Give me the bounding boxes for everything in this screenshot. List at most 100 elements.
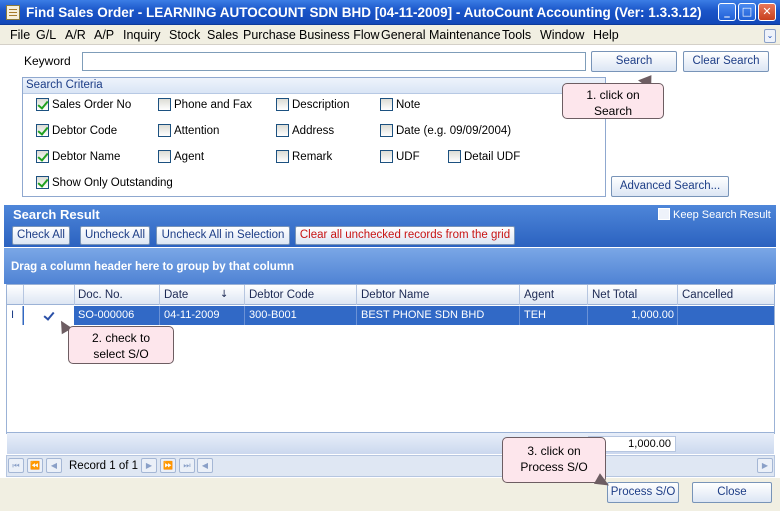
callout-3-line-2: Process S/O — [520, 460, 588, 474]
row-indicator: I — [11, 309, 15, 321]
keyword-label: Keyword — [24, 54, 71, 68]
detail-udf-checkbox[interactable] — [448, 150, 461, 163]
uncheck-all-in-selection-button[interactable]: Uncheck All in Selection — [156, 226, 290, 245]
menu-purchase[interactable]: Purchase — [243, 28, 296, 42]
menu-stock[interactable]: Stock — [169, 28, 200, 42]
cell-net-total: 1,000.00 — [631, 309, 674, 321]
phone-fax-checkbox[interactable] — [158, 98, 171, 111]
window-title: Find Sales Order - LEARNING AUTOCOUNT SD… — [26, 5, 702, 20]
app-icon[interactable] — [6, 5, 20, 20]
menu-inquiry[interactable]: Inquiry — [123, 28, 161, 42]
prev-page-icon[interactable]: ⏪ — [27, 458, 43, 473]
column-separator — [677, 285, 678, 305]
maximize-icon[interactable]: □ — [738, 3, 756, 21]
advanced-search-button[interactable]: Advanced Search... — [611, 176, 729, 197]
minimize-icon[interactable]: _ — [718, 3, 736, 21]
search-button[interactable]: Search — [591, 51, 677, 72]
show-only-outstanding-checkbox[interactable] — [36, 176, 49, 189]
cell-debtor-code: 300-B001 — [249, 309, 297, 321]
udf-label: UDF — [396, 151, 420, 163]
row-separator — [159, 306, 160, 325]
callout-1-line-1: 1. click on — [586, 88, 640, 102]
menu-general-maintenance[interactable]: General Maintenance — [381, 28, 501, 42]
address-checkbox[interactable] — [276, 124, 289, 137]
group-by-hint: Drag a column header here to group by th… — [11, 261, 295, 273]
date-checkbox[interactable] — [380, 124, 393, 137]
column-separator — [23, 285, 24, 305]
attention-checkbox[interactable] — [158, 124, 171, 137]
column-cancelled[interactable]: Cancelled — [682, 289, 733, 301]
callout-2-line-2: select S/O — [93, 347, 149, 361]
criteria-title: Search Criteria — [26, 79, 103, 91]
column-agent[interactable]: Agent — [524, 289, 554, 301]
column-doc-no[interactable]: Doc. No. — [78, 289, 123, 301]
row-separator — [587, 306, 588, 325]
remark-label: Remark — [292, 151, 333, 163]
date-label: Date (e.g. 09/09/2004) — [396, 125, 512, 137]
cell-debtor-name: BEST PHONE SDN BHD — [361, 309, 485, 321]
row-select-checkbox[interactable] — [42, 309, 55, 322]
description-checkbox[interactable] — [276, 98, 289, 111]
menu-ar[interactable]: A/R — [65, 28, 86, 42]
search-result-title: Search Result — [13, 207, 100, 222]
clear-search-button[interactable]: Clear Search — [683, 51, 769, 72]
uncheck-all-button[interactable]: Uncheck All — [80, 226, 150, 245]
column-separator — [74, 285, 75, 305]
column-net-total[interactable]: Net Total — [592, 289, 637, 301]
show-only-outstanding-label: Show Only Outstanding — [52, 177, 173, 189]
address-label: Address — [292, 125, 335, 137]
cell-doc-no: SO-000006 — [78, 309, 135, 321]
chevron-down-icon[interactable]: ⌄ — [764, 29, 776, 43]
check-all-button[interactable]: Check All — [12, 226, 70, 245]
column-separator — [356, 285, 357, 305]
row-separator — [519, 306, 520, 325]
menu-file[interactable]: File — [10, 28, 30, 42]
scroll-right-icon[interactable]: ▶ — [757, 458, 773, 473]
last-record-icon[interactable]: ⏭ — [179, 458, 195, 473]
debtor-name-label: Debtor Name — [52, 151, 121, 163]
agent-label: Agent — [174, 151, 205, 163]
first-record-icon[interactable]: ⏮ — [8, 458, 24, 473]
close-button[interactable]: Close — [692, 482, 772, 503]
sales-order-no-checkbox[interactable] — [36, 98, 49, 111]
next-record-icon[interactable]: ▶ — [141, 458, 157, 473]
menu-gl[interactable]: G/L — [36, 28, 56, 42]
debtor-code-checkbox[interactable] — [36, 124, 49, 137]
description-label: Description — [292, 99, 350, 111]
note-checkbox[interactable] — [380, 98, 393, 111]
callout-1-line-2: Search — [593, 104, 633, 118]
column-debtor-code[interactable]: Debtor Code — [249, 289, 314, 301]
column-separator — [244, 285, 245, 305]
note-label: Note — [396, 99, 421, 111]
criteria-header — [23, 78, 605, 94]
menu-tools[interactable]: Tools — [502, 28, 531, 42]
attention-label: Attention — [174, 125, 220, 137]
prev-record-icon[interactable]: ◀ — [46, 458, 62, 473]
column-debtor-name[interactable]: Debtor Name — [361, 289, 429, 301]
menu-sales[interactable]: Sales — [207, 28, 238, 42]
udf-checkbox[interactable] — [380, 150, 393, 163]
scroll-left-icon[interactable]: ◀ — [197, 458, 213, 473]
menu-ap[interactable]: A/P — [94, 28, 114, 42]
close-icon[interactable]: ✕ — [758, 3, 776, 21]
remark-checkbox[interactable] — [276, 150, 289, 163]
record-counter: Record 1 of 1 — [69, 460, 139, 472]
keep-search-result-checkbox[interactable] — [658, 208, 670, 220]
cell-date: 04-11-2009 — [164, 309, 220, 321]
process-so-button[interactable]: Process S/O — [607, 482, 679, 503]
menu-help[interactable]: Help — [593, 28, 619, 42]
debtor-name-checkbox[interactable] — [36, 150, 49, 163]
callout-3-line-1: 3. click on — [527, 444, 581, 458]
callout-step-1: 1. click on Search — [562, 83, 664, 119]
next-page-icon[interactable]: ⏩ — [160, 458, 176, 473]
row-separator — [356, 306, 357, 325]
column-date[interactable]: Date — [164, 289, 188, 301]
menu-business-flow[interactable]: Business Flow — [299, 28, 380, 42]
debtor-code-label: Debtor Code — [52, 125, 118, 137]
keyword-input[interactable] — [82, 52, 586, 71]
agent-checkbox[interactable] — [158, 150, 171, 163]
column-separator — [159, 285, 160, 305]
clear-unchecked-records-button[interactable]: Clear all unchecked records from the gri… — [295, 226, 515, 245]
keep-search-result-label: Keep Search Result — [673, 209, 771, 221]
menu-window[interactable]: Window — [540, 28, 584, 42]
